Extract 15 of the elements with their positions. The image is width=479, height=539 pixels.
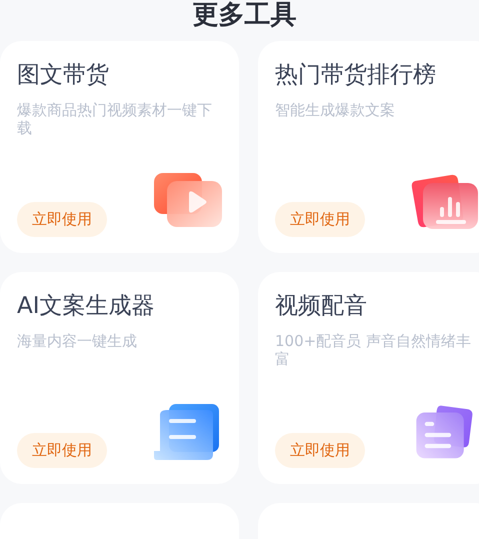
tool-description: 海量内容一键生成 (17, 332, 138, 350)
tool-description: 智能生成爆款文案 (275, 101, 396, 119)
tool-description: 100+配音员 声音自然情绪丰富 (275, 332, 472, 368)
tool-title: 图文带货 (17, 61, 109, 90)
tool-description: 爆款商品热门视频素材一键下载 (17, 101, 213, 137)
tool-title: AI文案生成器 (17, 292, 155, 321)
video-play-icon (153, 173, 223, 229)
tool-title: 视频配音 (275, 292, 367, 321)
tool-card[interactable]: AI文案生成器 海量内容一键生成 立即使用 (0, 272, 239, 484)
tool-card[interactable]: 图文带货 爆款商品热门视频素材一键下载 立即使用 (0, 41, 239, 253)
tool-card[interactable]: 热门带货排行榜 智能生成爆款文案 立即使用 (258, 41, 479, 253)
bar-chart-icon (411, 173, 479, 229)
section-title: 更多工具 (192, 0, 296, 32)
tool-title: 热门带货排行榜 (275, 61, 436, 90)
tool-card[interactable]: 视频配音 100+配音员 声音自然情绪丰富 立即使用 (258, 272, 479, 484)
